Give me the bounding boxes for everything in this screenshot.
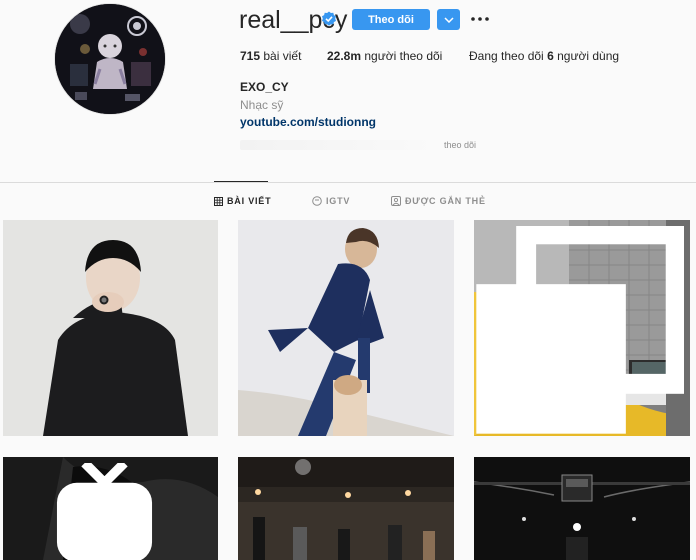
post-thumbnail[interactable] <box>238 220 454 436</box>
post-thumbnail[interactable] <box>3 220 218 436</box>
igtv-icon <box>312 196 322 206</box>
bio-link[interactable]: youtube.com/studionng <box>240 115 376 129</box>
followers-stat[interactable]: 22.8m người theo dõi <box>327 49 442 63</box>
posts-count: 715 <box>240 49 261 63</box>
followed-by-redacted <box>240 140 440 150</box>
tagged-icon <box>391 196 401 206</box>
suggestions-dropdown-button[interactable] <box>437 9 460 30</box>
follow-button[interactable]: Theo dõi <box>352 9 430 30</box>
tab-igtv[interactable]: IGTV <box>312 193 350 209</box>
more-options-button[interactable] <box>469 9 491 29</box>
following-suffix: người dùng <box>557 49 620 63</box>
posts-label: bài viết <box>263 49 302 63</box>
post-image <box>238 220 454 436</box>
post-thumbnail[interactable] <box>3 457 218 560</box>
grid-icon <box>214 196 223 206</box>
following-count: 6 <box>547 49 554 63</box>
post-thumbnail[interactable] <box>474 457 690 560</box>
profile-category: Nhạc sỹ <box>240 98 284 112</box>
post-image <box>238 457 454 560</box>
active-tab-indicator <box>214 181 268 182</box>
tab-tagged[interactable]: ĐƯỢC GẮN THẺ <box>391 193 486 209</box>
profile-full-name: EXO_CY <box>240 80 289 94</box>
verified-badge-icon <box>322 11 336 26</box>
tab-posts-label: BÀI VIẾT <box>227 196 272 206</box>
profile-avatar[interactable] <box>55 4 165 114</box>
more-options-icon <box>471 17 489 21</box>
tab-tagged-label: ĐƯỢC GẮN THẺ <box>405 196 486 206</box>
chevron-down-icon <box>443 16 454 23</box>
posts-count-stat: 715 bài viết <box>240 49 301 63</box>
post-image <box>3 220 218 436</box>
followers-count: 22.8m <box>327 49 362 63</box>
following-stat[interactable]: Đang theo dõi 6 người dùng <box>469 49 619 63</box>
followed-by-label: theo dõi <box>444 140 477 150</box>
tab-igtv-label: IGTV <box>326 196 351 206</box>
tab-divider <box>0 182 696 183</box>
followers-label: người theo dõi <box>364 49 443 63</box>
following-prefix: Đang theo dõi <box>469 49 544 63</box>
carousel-icon <box>476 226 684 434</box>
post-thumbnail[interactable] <box>238 457 454 560</box>
post-thumbnail[interactable] <box>474 220 690 436</box>
igtv-icon <box>56 463 153 560</box>
avatar-image <box>55 4 165 114</box>
post-image <box>474 457 690 560</box>
tab-posts[interactable]: BÀI VIẾT <box>214 193 271 209</box>
